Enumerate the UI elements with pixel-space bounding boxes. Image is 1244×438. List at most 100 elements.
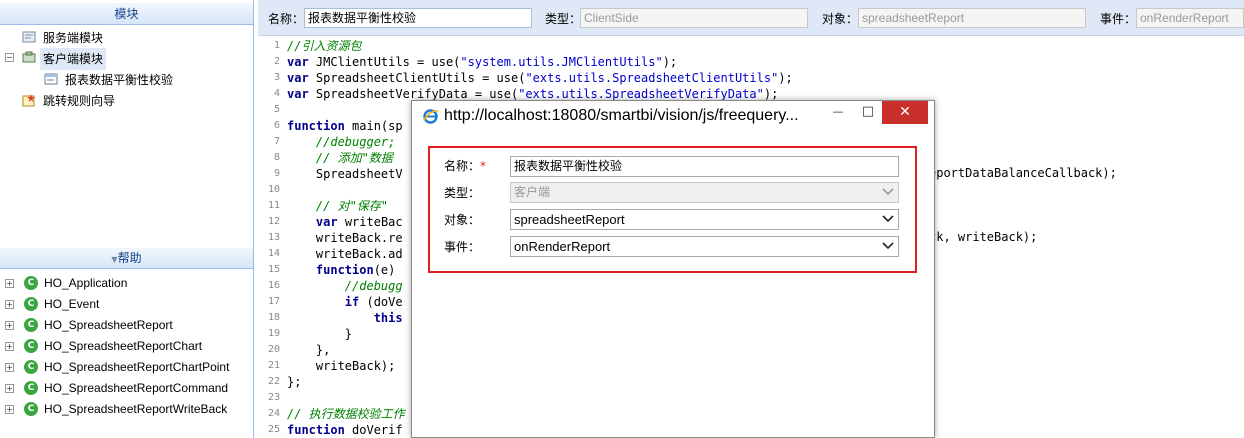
- code-text: writeBack);: [287, 359, 396, 373]
- code-text: }: [287, 327, 353, 341]
- minimize-icon: —: [832, 105, 844, 118]
- expand-icon[interactable]: +: [5, 342, 14, 351]
- class-icon: C: [24, 339, 38, 353]
- class-icon: C: [24, 276, 38, 290]
- code-text: var SpreadsheetClientUtils = use("exts.u…: [287, 71, 793, 85]
- line-number: 18: [267, 312, 280, 323]
- help-item-ho-spreadsheetreport[interactable]: + C HO_SpreadsheetReport: [0, 315, 253, 336]
- form-event-select[interactable]: onRenderReport: [510, 236, 899, 257]
- line-number: 20: [267, 344, 280, 355]
- client-module-icon: [22, 51, 36, 63]
- help-item-label: HO_SpreadsheetReport: [44, 318, 173, 332]
- help-item-ho-spreadsheetreportchartpoint[interactable]: + C HO_SpreadsheetReportChartPoint: [0, 357, 253, 378]
- code-fragment-line13: ck, writeBack);: [929, 230, 1038, 244]
- form-type-label: 类型：: [444, 186, 481, 200]
- class-icon: C: [24, 402, 38, 416]
- form-object-value: spreadsheetReport: [514, 212, 625, 227]
- server-module-icon: [22, 31, 36, 43]
- expand-icon[interactable]: +: [5, 405, 14, 414]
- line-number: 7: [273, 136, 280, 147]
- code-text: function main(sp: [287, 119, 403, 133]
- line-number: 23: [267, 392, 280, 403]
- form-event-label: 事件：: [444, 240, 481, 254]
- expand-icon[interactable]: +: [5, 321, 14, 330]
- code-text: //debugg: [287, 279, 403, 293]
- code-text: if (doVe: [344, 295, 403, 309]
- class-icon: C: [24, 360, 38, 374]
- help-item-label: HO_SpreadsheetReportChart: [44, 339, 203, 353]
- form-type-select: 客户端: [510, 182, 899, 203]
- code-text: //debugger;: [287, 135, 396, 149]
- line-number: 21: [267, 360, 280, 371]
- help-item-ho-application[interactable]: + C HO_Application: [0, 273, 253, 294]
- line-number: 12: [267, 216, 280, 227]
- line-number: 13: [267, 232, 280, 243]
- class-icon: C: [24, 297, 38, 311]
- dialog-titlebar[interactable]: http://localhost:18080/smartbi/vision/js…: [412, 101, 934, 132]
- close-button[interactable]: ✕: [882, 101, 928, 124]
- code-text: this: [373, 311, 403, 325]
- form-event-value: onRenderReport: [514, 239, 611, 254]
- code-text: // 对"保存": [287, 199, 389, 213]
- form-name-input[interactable]: 报表数据平衡性校验: [510, 156, 899, 177]
- code-text: };: [287, 375, 302, 389]
- code-text: },: [287, 343, 331, 357]
- line-number: 25: [267, 424, 280, 435]
- code-text: //引入资源包: [287, 39, 362, 53]
- code-text: function(e): [315, 263, 403, 277]
- modules-header: 模块: [0, 3, 253, 25]
- event-label: 事件：: [1100, 12, 1137, 26]
- help-item-ho-spreadsheetreportchart[interactable]: + C HO_SpreadsheetReportChart: [0, 336, 253, 357]
- help-item-ho-spreadsheetreportcommand[interactable]: + C HO_SpreadsheetReportCommand: [0, 378, 253, 399]
- form-type-value: 客户端: [514, 185, 551, 199]
- help-item-label: HO_SpreadsheetReportCommand: [44, 381, 229, 395]
- dialog-title: http://localhost:18080/smartbi/vision/js…: [444, 107, 799, 124]
- expand-icon[interactable]: +: [5, 300, 14, 309]
- popup-dialog: http://localhost:18080/smartbi/vision/js…: [411, 100, 935, 438]
- expand-icon[interactable]: +: [5, 384, 14, 393]
- type-label: 类型：: [545, 12, 582, 26]
- help-item-label: HO_Application: [44, 276, 128, 290]
- help-item-label: HO_SpreadsheetReportWriteBack: [44, 402, 228, 416]
- tree-item-label: 服务端模块: [43, 31, 104, 45]
- form-name-label: 名称：*: [444, 157, 486, 174]
- chevron-down-icon: [882, 215, 894, 223]
- expand-icon[interactable]: +: [5, 279, 14, 288]
- line-number: 10: [267, 184, 280, 195]
- line-number: 8: [273, 152, 280, 163]
- type-input: ClientSide: [580, 8, 808, 28]
- help-header[interactable]: ▼帮助: [0, 248, 253, 269]
- line-number: 3: [273, 72, 280, 83]
- maximize-button[interactable]: □: [854, 101, 882, 124]
- help-item-label: HO_SpreadsheetReportChartPoint: [44, 360, 230, 374]
- class-icon: C: [24, 381, 38, 395]
- required-mark: *: [480, 159, 487, 173]
- event-form: 名称：* 报表数据平衡性校验 类型： 客户端 对象： spreadsheetRe…: [428, 146, 917, 273]
- ie-browser-icon: [423, 109, 439, 124]
- object-label: 对象：: [822, 12, 859, 26]
- code-fragment-line9: eportDataBalanceCallback);: [929, 166, 1117, 180]
- code-text: writeBack.re: [287, 231, 403, 245]
- line-number: 24: [267, 408, 280, 419]
- form-name-label-text: 名称：: [444, 159, 481, 173]
- help-item-label: HO_Event: [44, 297, 100, 311]
- line-number: 16: [267, 280, 280, 291]
- property-bar: 名称： 报表数据平衡性校验 类型： ClientSide 对象： spreads…: [258, 0, 1244, 36]
- name-label: 名称：: [268, 12, 305, 26]
- line-number: 22: [267, 376, 280, 387]
- help-item-ho-event[interactable]: + C HO_Event: [0, 294, 253, 315]
- collapse-icon[interactable]: −: [5, 53, 14, 62]
- code-text: // 添加"数据: [287, 151, 393, 165]
- minimize-button[interactable]: —: [824, 101, 852, 124]
- line-number: 14: [267, 248, 280, 259]
- line-number: 9: [273, 168, 280, 179]
- module-tree: 服务端模块 − 客户端模块 报表数据平衡性校验 跳转规则向导: [0, 26, 253, 246]
- form-object-select[interactable]: spreadsheetReport: [510, 209, 899, 230]
- code-text: SpreadsheetV: [287, 167, 403, 181]
- help-item-ho-spreadsheetreportwriteback[interactable]: + C HO_SpreadsheetReportWriteBack: [0, 399, 253, 420]
- line-number: 5: [273, 104, 280, 115]
- expand-icon[interactable]: +: [5, 363, 14, 372]
- help-header-label: 帮助: [117, 251, 142, 265]
- name-input[interactable]: 报表数据平衡性校验: [304, 8, 532, 28]
- code-text: function doVerif: [287, 423, 403, 437]
